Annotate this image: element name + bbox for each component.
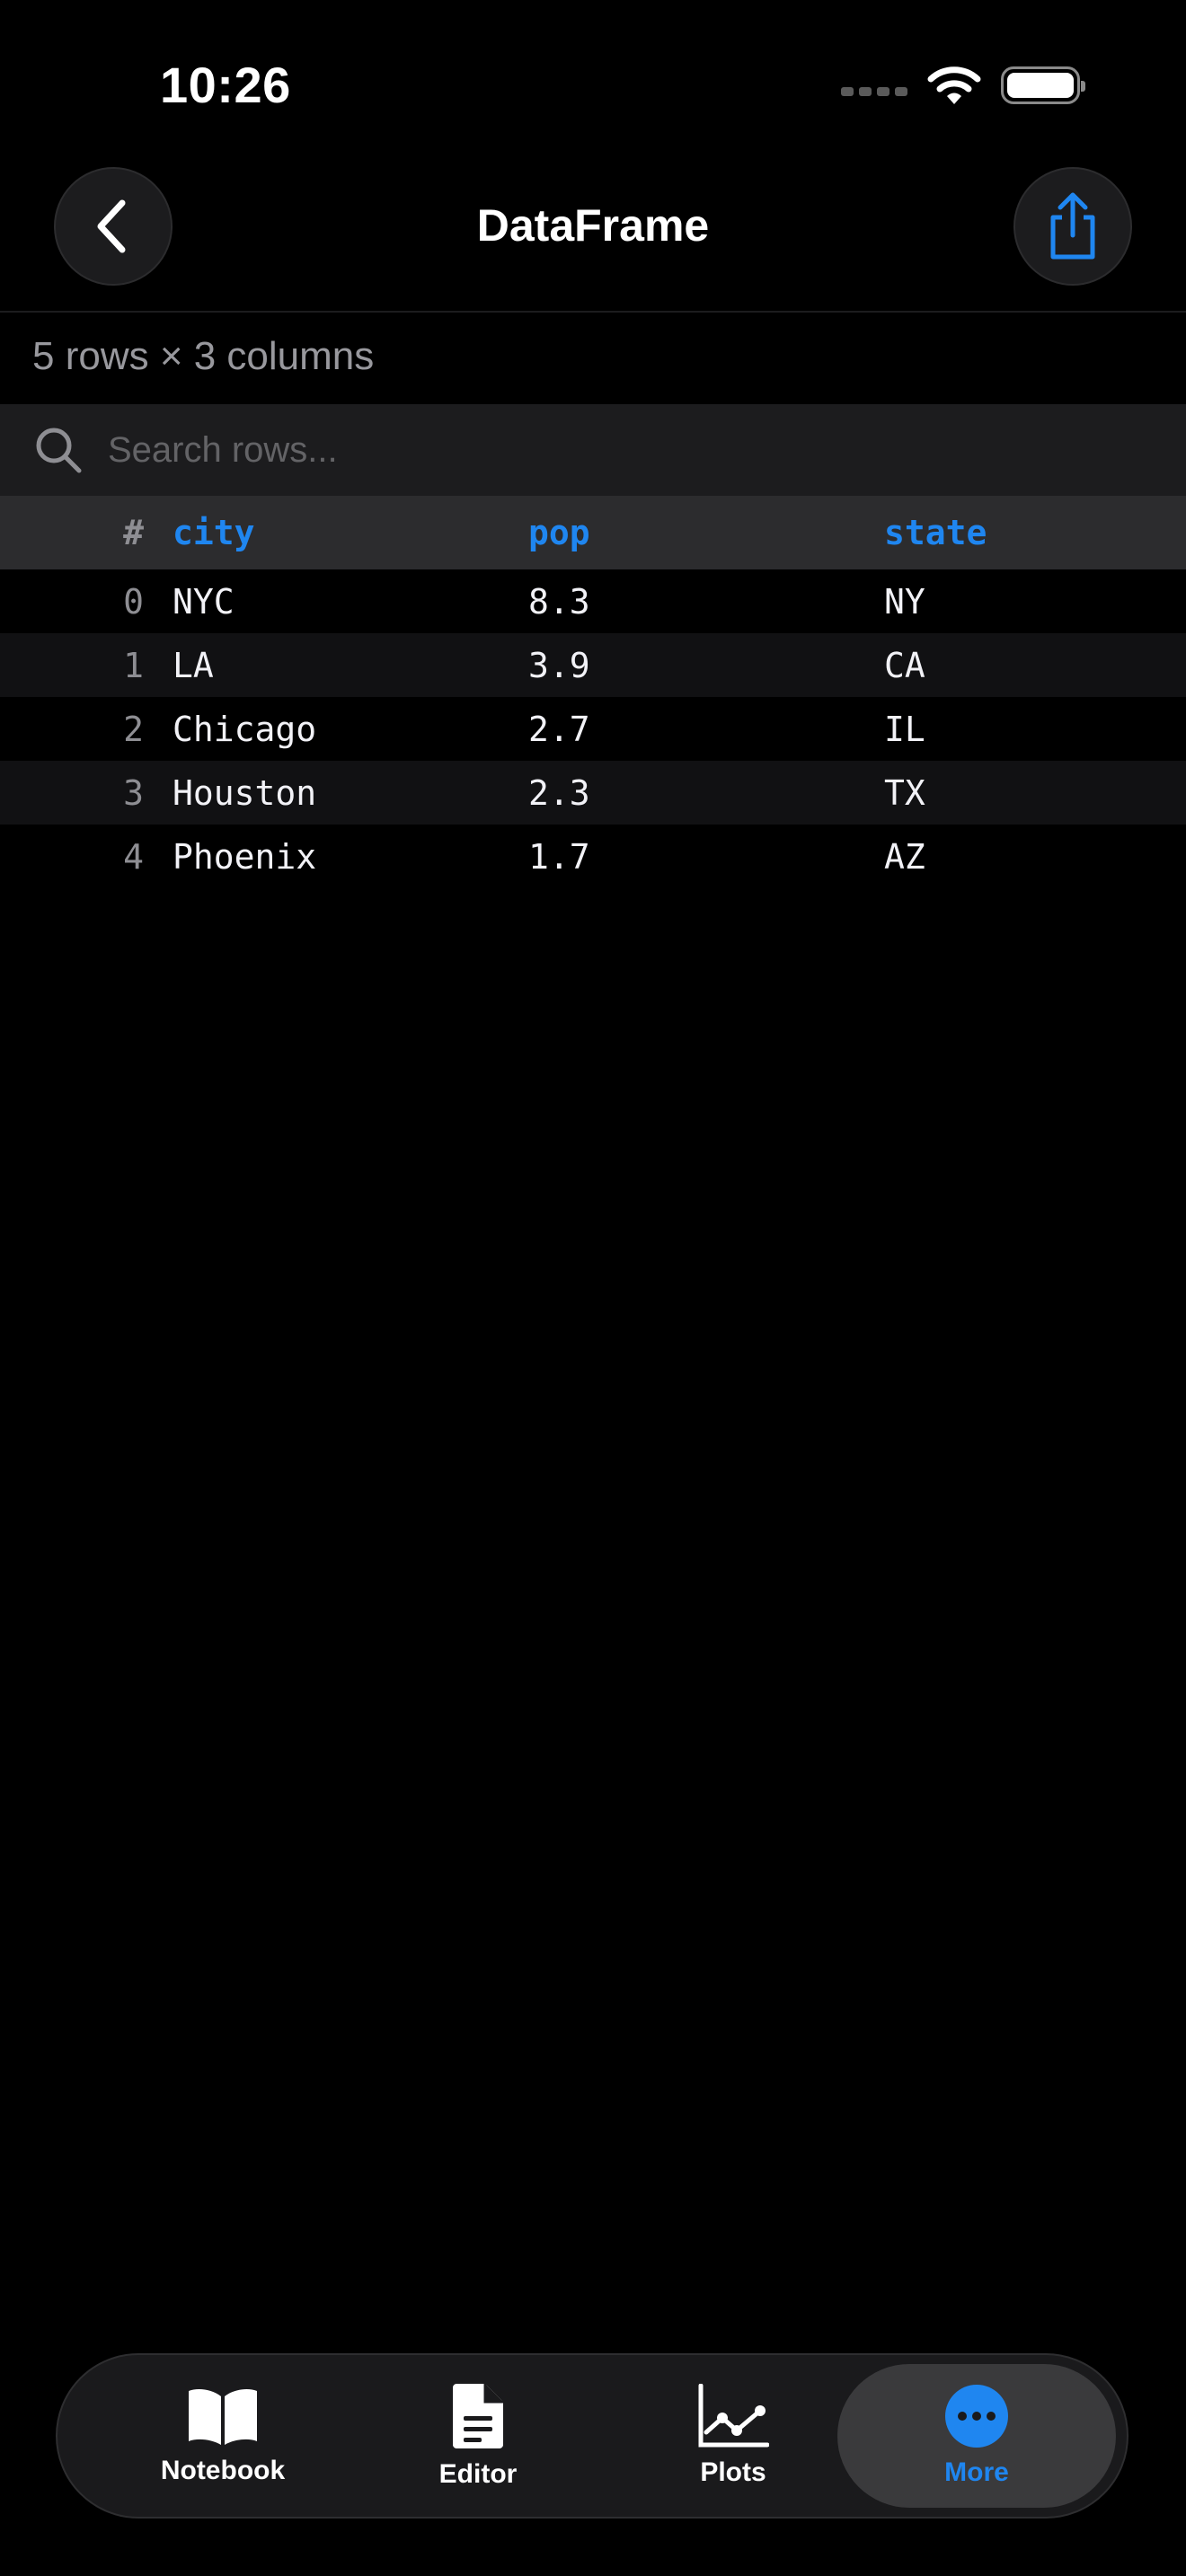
tab-bar: Notebook Editor Plots More	[56, 2353, 1128, 2519]
book-icon	[189, 2389, 257, 2445]
tab-editor[interactable]: Editor	[352, 2355, 604, 2517]
wifi-icon	[927, 66, 981, 104]
row-index: 0	[123, 581, 144, 622]
row-index: 3	[123, 772, 144, 813]
dataframe-table: # city pop state 0 NYC 8.3 NY 1 LA 3.9 C…	[0, 496, 1186, 888]
cell-city: NYC	[173, 581, 235, 622]
cell-pop: 2.7	[528, 709, 590, 749]
table-row[interactable]: 0 NYC 8.3 NY	[0, 569, 1186, 633]
share-icon	[1050, 192, 1095, 260]
cell-state: AZ	[884, 836, 925, 877]
tab-plots[interactable]: Plots	[607, 2355, 859, 2517]
status-time: 10:26	[160, 57, 291, 113]
cell-city: Chicago	[173, 709, 317, 749]
status-icons	[841, 65, 1085, 106]
table-row[interactable]: 3 Houston 2.3 TX	[0, 761, 1186, 825]
cell-state: NY	[884, 581, 925, 622]
ellipsis-circle-icon	[945, 2385, 1008, 2448]
tab-label: Editor	[438, 2459, 518, 2489]
cell-city: Houston	[173, 772, 317, 813]
share-button[interactable]	[1013, 167, 1132, 286]
tab-label: Plots	[700, 2457, 766, 2487]
tab-label: Notebook	[160, 2456, 286, 2485]
cell-city: Phoenix	[173, 836, 317, 877]
tab-label: More	[944, 2457, 1009, 2487]
column-header-pop[interactable]: pop	[528, 496, 590, 569]
cell-state: IL	[884, 709, 925, 749]
cell-pop: 8.3	[528, 581, 590, 622]
cell-state: CA	[884, 645, 925, 685]
cell-pop: 2.3	[528, 772, 590, 813]
row-index: 4	[123, 836, 144, 877]
search-input[interactable]	[108, 404, 1150, 496]
table-row[interactable]: 1 LA 3.9 CA	[0, 633, 1186, 697]
dataframe-summary: 5 rows × 3 columns	[32, 334, 375, 378]
document-icon	[453, 2384, 503, 2448]
cell-state: TX	[884, 772, 925, 813]
row-index: 2	[123, 709, 144, 749]
row-index: 1	[123, 645, 144, 685]
line-chart-icon	[698, 2384, 769, 2448]
cell-pop: 3.9	[528, 645, 590, 685]
column-header-city[interactable]: city	[173, 496, 255, 569]
nav-header: DataFrame	[0, 167, 1186, 313]
search-bar[interactable]	[0, 404, 1186, 496]
tab-more[interactable]: More	[837, 2364, 1116, 2508]
table-header-row: # city pop state	[0, 496, 1186, 569]
cellular-signal-icon	[841, 87, 907, 96]
index-column-header: #	[123, 513, 144, 552]
page-title: DataFrame	[476, 200, 710, 251]
search-icon	[36, 428, 82, 473]
table-row[interactable]: 2 Chicago 2.7 IL	[0, 697, 1186, 761]
cell-pop: 1.7	[528, 836, 590, 877]
cell-city: LA	[173, 645, 214, 685]
table-row[interactable]: 4 Phoenix 1.7 AZ	[0, 825, 1186, 888]
battery-icon	[1001, 66, 1085, 104]
status-bar: 10:26	[0, 0, 1186, 171]
column-header-state[interactable]: state	[884, 496, 987, 569]
tab-notebook[interactable]: Notebook	[97, 2355, 349, 2517]
